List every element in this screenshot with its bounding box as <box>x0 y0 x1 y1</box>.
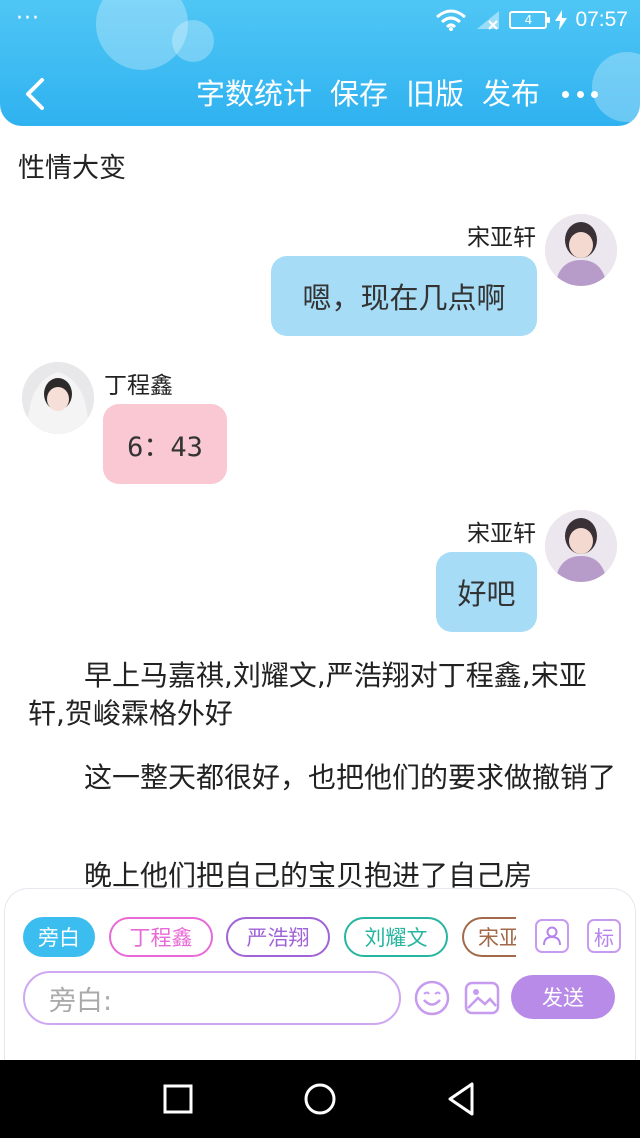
message-bubble: 嗯，现在几点啊 <box>271 256 537 336</box>
signal-icon <box>477 11 500 30</box>
home-icon[interactable] <box>301 1080 339 1118</box>
speaker-name: 宋亚轩 <box>467 225 536 251</box>
tag-icon[interactable]: 标 <box>587 919 621 953</box>
message-bubble: 好吧 <box>436 552 537 632</box>
recent-apps-icon[interactable] <box>161 1080 195 1118</box>
role-chip-narration[interactable]: 旁白 <box>23 917 95 957</box>
speaker-name: 丁程鑫 <box>104 373 173 399</box>
status-menu-dots: ··· <box>16 6 40 31</box>
system-navigation-bar <box>0 1060 640 1138</box>
document-title: 性情大变 <box>18 153 126 184</box>
old-version-button[interactable]: 旧版 <box>406 74 464 114</box>
charging-bolt-icon <box>555 10 568 30</box>
speaker-name: 宋亚轩 <box>467 521 536 547</box>
battery-icon: 4 <box>509 11 551 29</box>
battery-level: 4 <box>524 13 533 27</box>
message-input[interactable]: 旁白: <box>23 971 401 1025</box>
emoji-icon[interactable] <box>413 979 451 1017</box>
wifi-icon <box>436 9 467 31</box>
status-bar: ··· 4 07:57 <box>0 0 640 44</box>
avatar[interactable] <box>545 214 617 286</box>
toolbar: 字数统计 保存 旧版 发布 <box>0 66 640 122</box>
app-header: ··· 4 07:57 字数统计 保存 旧版 发布 <box>0 0 640 126</box>
role-chip-ding-chengxin[interactable]: 丁程鑫 <box>109 917 213 957</box>
input-placeholder: 旁白: <box>49 985 113 1017</box>
send-button[interactable]: 发送 <box>511 975 615 1019</box>
save-button[interactable]: 保存 <box>330 74 388 114</box>
role-chip-song-yaxuan[interactable]: 宋亚 <box>462 917 516 957</box>
back-icon[interactable] <box>444 1080 480 1118</box>
toolbar-actions: 字数统计 保存 旧版 发布 <box>196 74 540 114</box>
narration-paragraph: 这一整天都很好，也把他们的要求做撤销了 <box>28 761 617 794</box>
avatar[interactable] <box>545 510 617 582</box>
status-time: 07:57 <box>575 8 628 31</box>
composer-panel: 旁白 丁程鑫 严浩翔 刘耀文 宋亚 标 旁白: 发送 <box>4 888 636 1060</box>
image-icon[interactable] <box>463 979 501 1017</box>
add-role-icon[interactable] <box>535 919 569 953</box>
back-arrow-icon[interactable] <box>18 74 52 114</box>
role-chip-liu-yaowen[interactable]: 刘耀文 <box>344 917 448 957</box>
more-options-icon[interactable] <box>562 76 598 112</box>
publish-button[interactable]: 发布 <box>482 74 540 114</box>
word-count-button[interactable]: 字数统计 <box>196 74 312 114</box>
role-chip-yan-haoxiang[interactable]: 严浩翔 <box>226 917 330 957</box>
message-bubble: 6：43 <box>103 404 227 484</box>
narration-paragraph: 早上马嘉祺,刘耀文,严浩翔对丁程鑫,宋亚轩,贺峻霖格外好 <box>28 659 587 730</box>
avatar[interactable] <box>22 362 94 434</box>
